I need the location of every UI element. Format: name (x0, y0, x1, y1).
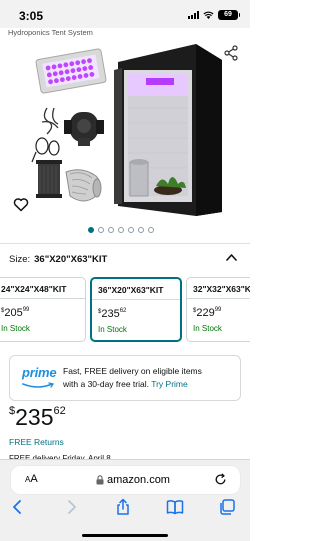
browser-bottom-bar: AA amazon.com (0, 459, 250, 541)
try-prime-link[interactable]: Try Prime (151, 379, 188, 389)
size-option-name: 36"X20"X63"KIT (92, 279, 180, 300)
size-option-card[interactable]: 24"X24"X48"KIT $20599 In Stock (0, 277, 86, 342)
battery-icon: 69 (218, 10, 240, 20)
carbon-filter-image (36, 160, 62, 198)
url-field[interactable]: amazon.com (96, 474, 170, 486)
rope-hanger-image (41, 107, 59, 135)
wifi-icon (203, 11, 214, 19)
size-option-name: 24"X24"X48"KIT (0, 278, 85, 299)
share-sheet-icon[interactable] (114, 498, 132, 516)
grow-tent-image (114, 44, 222, 216)
status-icons: 69 (188, 10, 240, 20)
grow-light-image (35, 48, 107, 94)
bookmarks-icon[interactable] (166, 498, 184, 516)
free-returns-link[interactable]: FREE Returns (9, 437, 64, 447)
size-option-name: 32"X32"X63"K (187, 278, 250, 299)
divider (0, 243, 250, 244)
stock-status: In Stock (1, 324, 30, 333)
wishlist-heart-icon[interactable] (13, 197, 29, 212)
lock-icon (96, 475, 104, 485)
inline-fan-image (64, 112, 104, 146)
product-subtitle: Hydroponics Tent System (8, 28, 93, 37)
gallery-dot[interactable] (118, 227, 124, 233)
prime-swoosh-icon (22, 382, 55, 388)
tabs-icon[interactable] (218, 498, 236, 516)
gallery-dot[interactable] (108, 227, 114, 233)
size-option-card-selected[interactable]: 36"X20"X63"KIT $23562 In Stock (90, 277, 182, 342)
prime-promo-text: Fast, FREE delivery on eligible items wi… (63, 366, 202, 389)
reader-settings-button[interactable]: AA (25, 473, 38, 485)
share-icon[interactable] (224, 45, 238, 61)
gallery-dot[interactable] (138, 227, 144, 233)
home-indicator (82, 534, 168, 537)
product-image[interactable] (0, 38, 250, 223)
stock-status: In Stock (98, 325, 127, 334)
cable-image (31, 137, 60, 163)
status-bar: 3:05 69 (0, 0, 250, 28)
size-selector-row[interactable]: Size: 36"X20"X63"KIT (9, 254, 107, 265)
gallery-dot[interactable] (88, 227, 94, 233)
prime-promo-box[interactable]: prime Fast, FREE delivery on eligible it… (9, 355, 241, 401)
address-bar[interactable]: AA amazon.com (11, 466, 240, 494)
size-option-card[interactable]: 32"X32"X63"K $22999 In Stock (186, 277, 250, 342)
gallery-dot[interactable] (148, 227, 154, 233)
chevron-up-icon[interactable] (226, 253, 237, 261)
cellular-signal-icon (188, 11, 199, 19)
forward-icon[interactable] (62, 498, 80, 516)
size-option-price: $20599 (1, 307, 30, 319)
gallery-dot[interactable] (128, 227, 134, 233)
gallery-page-dots[interactable] (88, 227, 154, 233)
size-option-price: $22999 (193, 307, 222, 319)
gallery-dot[interactable] (98, 227, 104, 233)
product-price: $23562 (9, 404, 66, 430)
selected-size: 36"X20"X63"KIT (34, 254, 108, 265)
browser-toolbar (0, 498, 250, 520)
back-icon[interactable] (9, 498, 27, 516)
ducting-image (65, 169, 102, 202)
prime-logo: prime (22, 365, 57, 380)
size-options-carousel[interactable]: 24"X24"X48"KIT $20599 In Stock 36"X20"X6… (0, 277, 250, 342)
status-time: 3:05 (19, 9, 44, 23)
stock-status: In Stock (193, 324, 222, 333)
size-option-price: $23562 (98, 308, 127, 320)
reload-icon[interactable] (214, 473, 227, 486)
size-label: Size: (9, 254, 31, 265)
